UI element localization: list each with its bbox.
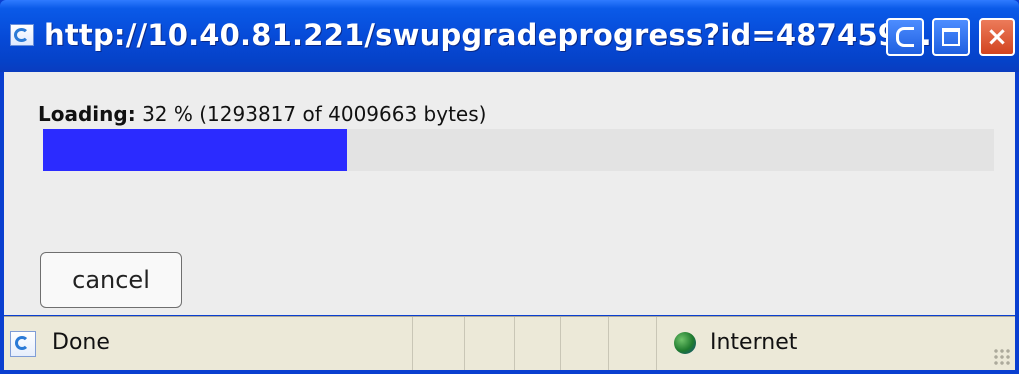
globe-icon — [674, 332, 696, 354]
status-divider — [608, 317, 609, 370]
status-divider — [656, 317, 657, 370]
maximize-button[interactable] — [932, 18, 970, 56]
status-divider — [514, 317, 515, 370]
status-text: Done — [52, 330, 110, 355]
close-icon: × — [986, 22, 1008, 52]
status-divider — [412, 317, 413, 370]
ie-page-icon — [10, 331, 36, 357]
window-title: http://10.40.81.221/swupgradeprogress?id… — [44, 18, 932, 52]
cancel-button[interactable]: cancel — [40, 252, 182, 308]
ie-page-icon — [10, 24, 34, 46]
status-bar: Done Internet — [4, 316, 1015, 370]
progress-bar — [43, 129, 994, 171]
minimize-icon — [896, 27, 914, 47]
status-divider — [560, 317, 561, 370]
loading-label: Loading: — [38, 102, 136, 126]
security-zone-text: Internet — [710, 330, 798, 355]
maximize-icon — [942, 28, 960, 46]
loading-detail: 32 % (1293817 of 4009663 bytes) — [142, 102, 487, 126]
loading-status: Loading: 32 % (1293817 of 4009663 bytes) — [38, 102, 486, 126]
close-button[interactable]: × — [979, 18, 1015, 56]
browser-popup-window: http://10.40.81.221/swupgradeprogress?id… — [0, 0, 1019, 374]
resize-grip[interactable] — [993, 348, 1011, 366]
title-bar[interactable]: http://10.40.81.221/swupgradeprogress?id… — [0, 0, 1019, 72]
status-divider — [464, 317, 465, 370]
minimize-button[interactable] — [886, 18, 924, 56]
progress-bar-fill — [43, 129, 348, 171]
content-area: Loading: 32 % (1293817 of 4009663 bytes)… — [4, 72, 1015, 315]
